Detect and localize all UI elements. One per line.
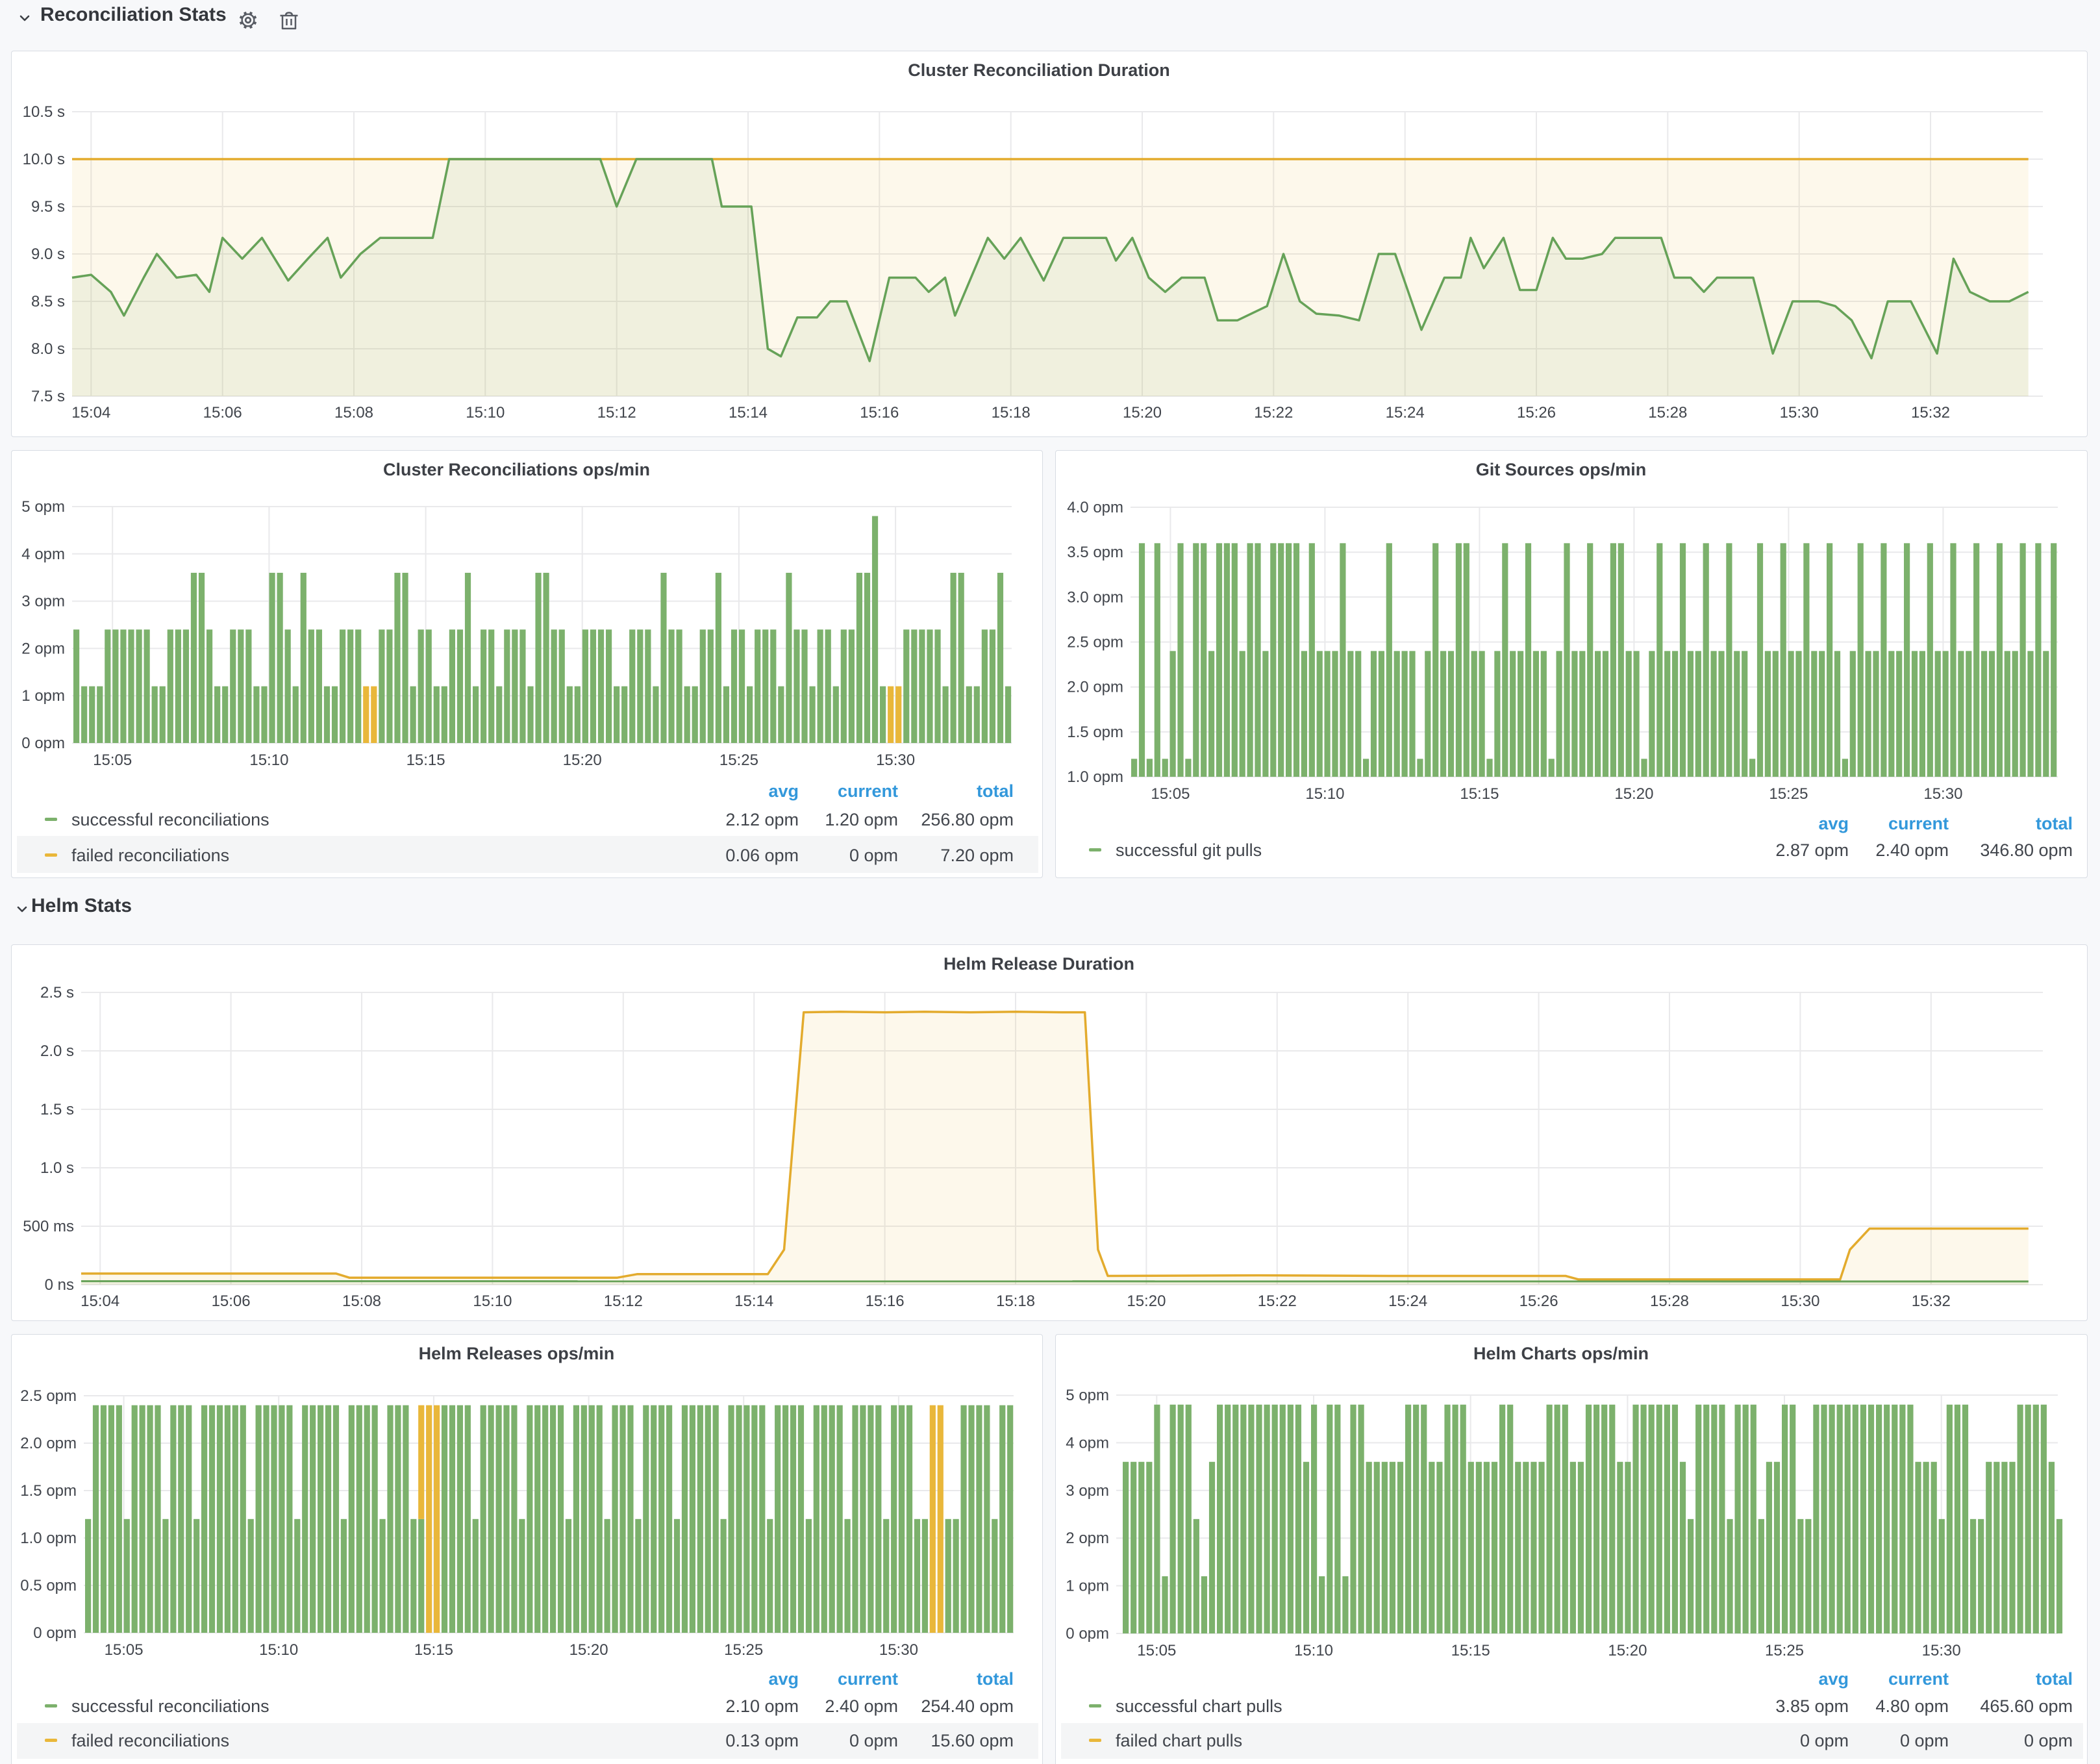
svg-text:15:20: 15:20 <box>1614 785 1653 803</box>
svg-text:3 opm: 3 opm <box>21 593 65 611</box>
svg-text:0 ns: 0 ns <box>45 1276 74 1294</box>
svg-text:3.5 opm: 3.5 opm <box>1067 544 1123 561</box>
svg-text:15:12: 15:12 <box>604 1292 643 1310</box>
svg-text:15:04: 15:04 <box>81 1292 119 1310</box>
svg-text:15:10: 15:10 <box>249 751 288 769</box>
svg-text:15:20: 15:20 <box>1608 1642 1647 1659</box>
svg-text:15:10: 15:10 <box>259 1641 298 1659</box>
svg-text:1 opm: 1 opm <box>21 687 65 705</box>
svg-text:1.0 opm: 1.0 opm <box>20 1530 77 1547</box>
svg-text:0 opm: 0 opm <box>33 1624 77 1642</box>
svg-text:2 opm: 2 opm <box>21 640 65 657</box>
svg-text:15:28: 15:28 <box>1650 1292 1689 1310</box>
svg-text:3.0 opm: 3.0 opm <box>1067 588 1123 606</box>
svg-text:3 opm: 3 opm <box>1066 1482 1109 1500</box>
svg-text:7.5 s: 7.5 s <box>31 388 65 405</box>
svg-text:15:16: 15:16 <box>860 404 899 422</box>
svg-text:1 opm: 1 opm <box>1066 1578 1109 1595</box>
svg-text:15:30: 15:30 <box>1780 404 1819 422</box>
svg-text:15:28: 15:28 <box>1648 404 1687 422</box>
svg-text:15:26: 15:26 <box>1517 404 1556 422</box>
svg-text:4 opm: 4 opm <box>1066 1434 1109 1452</box>
svg-text:0 opm: 0 opm <box>21 735 65 752</box>
svg-text:15:30: 15:30 <box>879 1641 918 1659</box>
svg-text:15:25: 15:25 <box>1769 785 1808 803</box>
svg-text:15:30: 15:30 <box>1781 1292 1819 1310</box>
svg-text:15:18: 15:18 <box>996 1292 1035 1310</box>
svg-text:1.5 opm: 1.5 opm <box>1067 724 1123 741</box>
svg-text:9.0 s: 9.0 s <box>31 246 65 263</box>
svg-text:15:20: 15:20 <box>569 1641 608 1659</box>
svg-text:15:20: 15:20 <box>563 751 602 769</box>
svg-text:15:24: 15:24 <box>1388 1292 1427 1310</box>
svg-text:1.0 s: 1.0 s <box>40 1159 74 1177</box>
svg-text:1.5 s: 1.5 s <box>40 1101 74 1118</box>
svg-text:4 opm: 4 opm <box>21 546 65 563</box>
svg-text:15:14: 15:14 <box>729 404 768 422</box>
svg-text:15:05: 15:05 <box>1151 785 1190 803</box>
svg-text:15:25: 15:25 <box>719 751 758 769</box>
svg-text:15:30: 15:30 <box>1922 1642 1961 1659</box>
svg-text:500 ms: 500 ms <box>23 1218 74 1235</box>
svg-text:2.0 opm: 2.0 opm <box>1067 679 1123 696</box>
svg-text:15:06: 15:06 <box>212 1292 251 1310</box>
svg-text:9.5 s: 9.5 s <box>31 198 65 216</box>
svg-text:15:20: 15:20 <box>1127 1292 1166 1310</box>
svg-text:5 opm: 5 opm <box>21 498 65 516</box>
svg-text:15:22: 15:22 <box>1258 1292 1297 1310</box>
svg-text:15:15: 15:15 <box>1460 785 1499 803</box>
svg-text:15:08: 15:08 <box>334 404 373 422</box>
svg-text:1.0 opm: 1.0 opm <box>1067 768 1123 786</box>
svg-text:2 opm: 2 opm <box>1066 1530 1109 1547</box>
svg-text:15:14: 15:14 <box>734 1292 773 1310</box>
svg-text:8.0 s: 8.0 s <box>31 340 65 358</box>
svg-text:10.0 s: 10.0 s <box>23 151 65 168</box>
svg-text:2.0 opm: 2.0 opm <box>20 1435 77 1452</box>
svg-text:15:15: 15:15 <box>1451 1642 1490 1659</box>
svg-text:15:32: 15:32 <box>1912 1292 1951 1310</box>
svg-text:15:30: 15:30 <box>1923 785 1962 803</box>
svg-text:15:12: 15:12 <box>597 404 636 422</box>
svg-text:8.5 s: 8.5 s <box>31 293 65 310</box>
svg-text:15:22: 15:22 <box>1254 404 1293 422</box>
svg-text:15:20: 15:20 <box>1123 404 1162 422</box>
svg-text:15:10: 15:10 <box>1294 1642 1333 1659</box>
svg-text:2.0 s: 2.0 s <box>40 1042 74 1060</box>
svg-text:15:05: 15:05 <box>1137 1642 1176 1659</box>
svg-text:15:32: 15:32 <box>1911 404 1950 422</box>
svg-text:15:16: 15:16 <box>866 1292 905 1310</box>
svg-text:0.5 opm: 0.5 opm <box>20 1577 77 1594</box>
svg-text:5 opm: 5 opm <box>1066 1387 1109 1404</box>
svg-text:15:15: 15:15 <box>414 1641 453 1659</box>
svg-text:15:24: 15:24 <box>1386 404 1425 422</box>
svg-text:2.5 s: 2.5 s <box>40 984 74 1002</box>
svg-text:15:06: 15:06 <box>203 404 242 422</box>
svg-text:15:15: 15:15 <box>406 751 445 769</box>
svg-text:0 opm: 0 opm <box>1066 1625 1109 1643</box>
svg-text:1.5 opm: 1.5 opm <box>20 1482 77 1500</box>
svg-text:15:25: 15:25 <box>724 1641 763 1659</box>
svg-text:15:05: 15:05 <box>93 751 132 769</box>
svg-text:15:10: 15:10 <box>473 1292 512 1310</box>
svg-text:15:08: 15:08 <box>342 1292 381 1310</box>
svg-text:15:30: 15:30 <box>876 751 915 769</box>
svg-text:4.0 opm: 4.0 opm <box>1067 499 1123 516</box>
svg-text:15:26: 15:26 <box>1519 1292 1558 1310</box>
svg-text:15:10: 15:10 <box>466 404 505 422</box>
svg-text:2.5 opm: 2.5 opm <box>20 1387 77 1405</box>
svg-text:2.5 opm: 2.5 opm <box>1067 634 1123 651</box>
svg-text:10.5 s: 10.5 s <box>23 103 65 121</box>
svg-text:15:25: 15:25 <box>1765 1642 1804 1659</box>
svg-text:15:10: 15:10 <box>1305 785 1344 803</box>
svg-text:15:04: 15:04 <box>71 404 110 422</box>
svg-text:15:05: 15:05 <box>105 1641 144 1659</box>
svg-text:15:18: 15:18 <box>992 404 1031 422</box>
